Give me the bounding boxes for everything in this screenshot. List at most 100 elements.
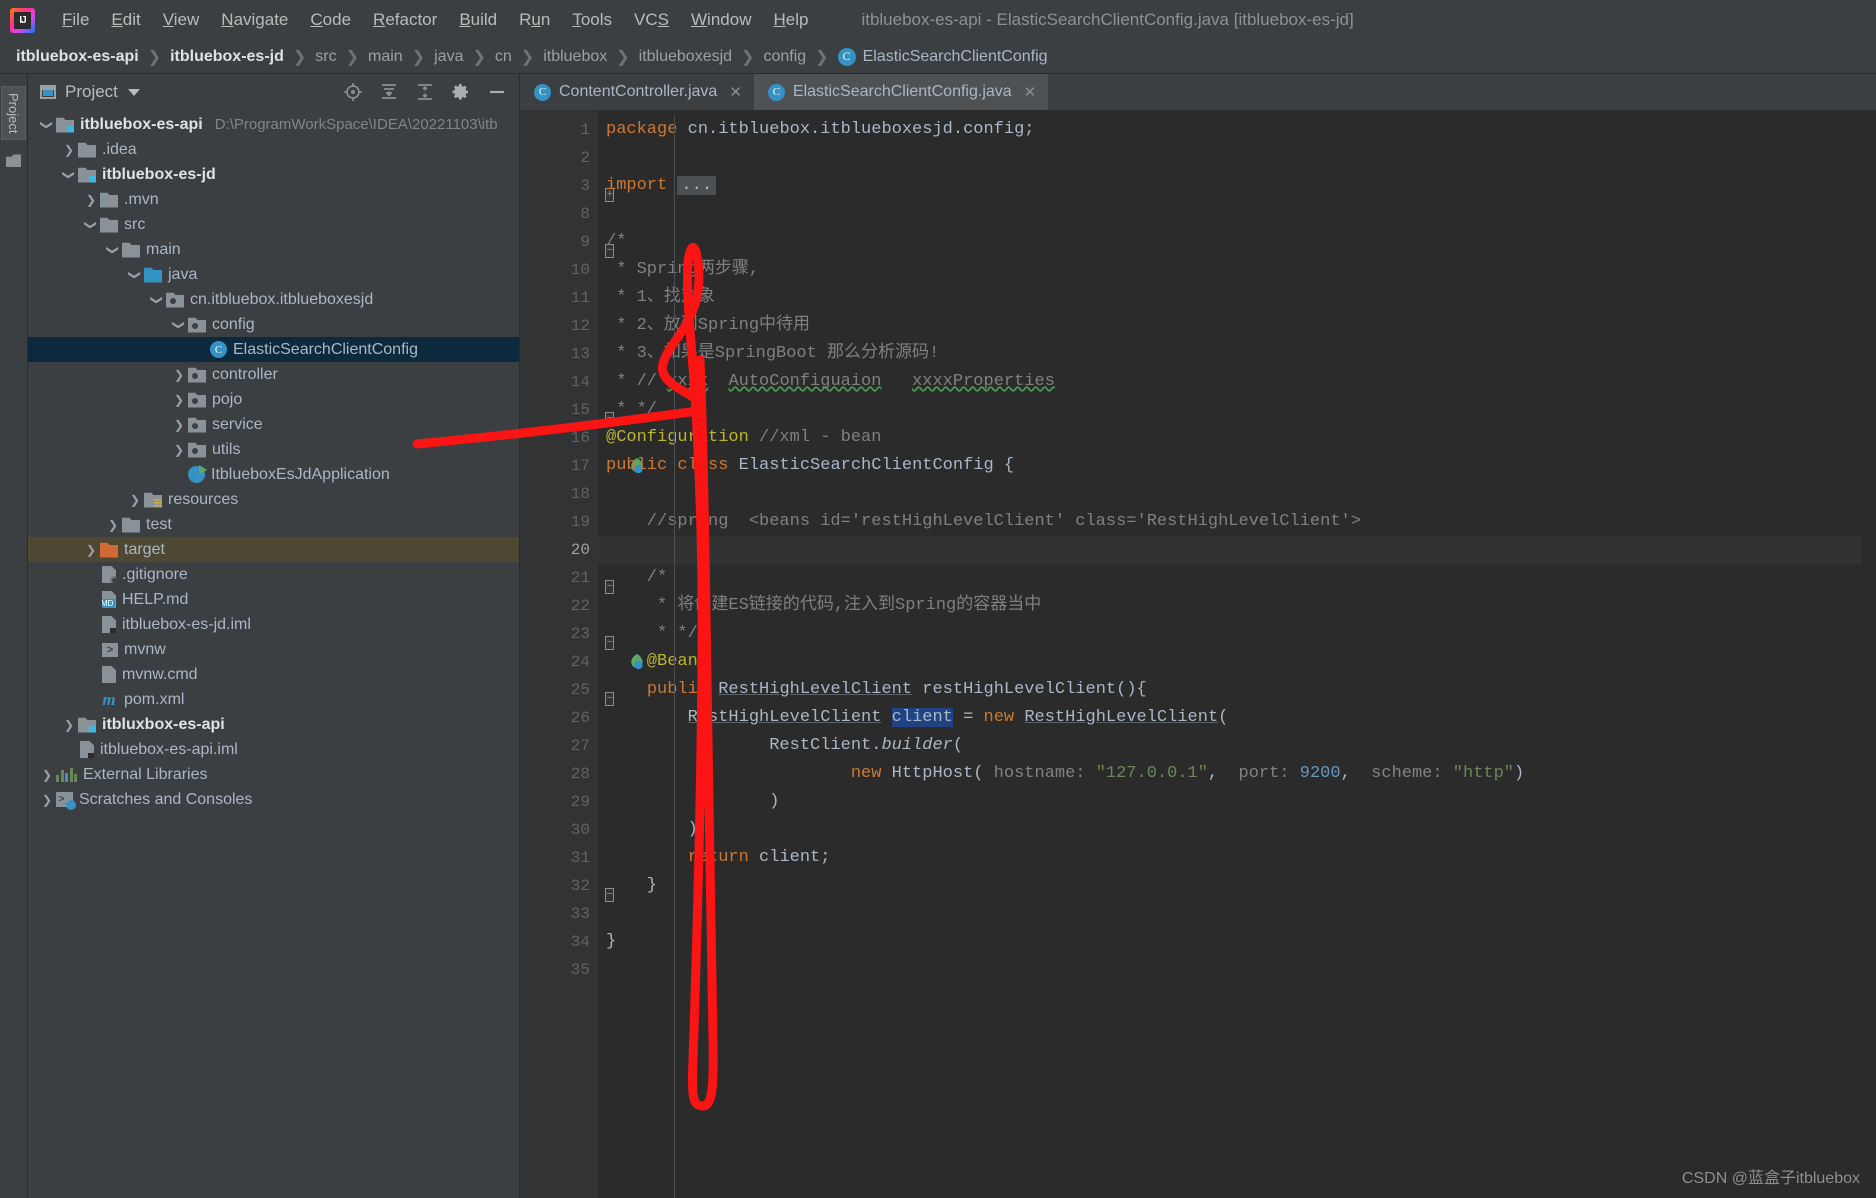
menu-item-window[interactable]: Window (680, 7, 762, 33)
tree-row-elasticsearchclientconfig[interactable]: C ElasticSearchClientConfig (28, 337, 519, 362)
tree-row-main[interactable]: main (28, 237, 519, 262)
tree-row--idea[interactable]: .idea (28, 137, 519, 162)
tree-row-java[interactable]: java (28, 262, 519, 287)
menu-item-code[interactable]: Code (299, 7, 362, 33)
chevron-right-icon[interactable] (60, 143, 78, 156)
line-number-1[interactable]: 1 (520, 116, 598, 144)
line-number-33[interactable]: 33 (520, 900, 598, 928)
structure-icon[interactable] (6, 154, 21, 168)
chevron-right-icon[interactable] (104, 518, 122, 531)
gear-icon[interactable] (451, 82, 471, 102)
line-number-12[interactable]: 12 (520, 312, 598, 340)
line-number-24[interactable]: 24 (520, 648, 643, 676)
chevron-down-icon[interactable] (38, 118, 56, 131)
tree-row-mvnw[interactable]: > mvnw (28, 637, 519, 662)
line-number-15[interactable]: 15− (520, 396, 614, 426)
tree-row-pom-xml[interactable]: m pom.xml (28, 687, 519, 712)
chevron-right-icon[interactable] (60, 718, 78, 731)
menu-item-help[interactable]: Help (762, 7, 819, 33)
line-number-20[interactable]: 20 (520, 536, 598, 564)
chevron-right-icon[interactable] (170, 368, 188, 381)
breadcrumb-item-7[interactable]: itblueboxesjd (639, 48, 732, 66)
menu-item-file[interactable]: File (51, 7, 100, 33)
menu-item-edit[interactable]: Edit (100, 7, 151, 33)
tree-row-resources[interactable]: resources (28, 487, 519, 512)
minimize-icon[interactable] (487, 82, 507, 102)
expand-all-icon[interactable] (379, 82, 399, 102)
tree-row-utils[interactable]: utils (28, 437, 519, 462)
breadcrumb[interactable]: itbluebox-es-api ❯ itbluebox-es-jd ❯ src ❯ mai… (0, 40, 1876, 74)
chevron-right-icon[interactable] (82, 543, 100, 556)
tree-row-config[interactable]: config (28, 312, 519, 337)
line-number-31[interactable]: 31 (520, 844, 598, 872)
line-number-17[interactable]: 17 (520, 452, 643, 480)
tree-row-scratches-and-consoles[interactable]: >_Scratches and Consoles (28, 787, 519, 812)
tree-row-external-libraries[interactable]: External Libraries (28, 762, 519, 787)
tree-row-pojo[interactable]: pojo (28, 387, 519, 412)
line-number-22[interactable]: 22 (520, 592, 598, 620)
line-number-gutter[interactable]: 1 2 3 +8 9−10 11 12 13 14 15−16 17 18 19 20 21−22 23−24… (520, 110, 643, 1198)
tree-row-itbluebox-es-jd-iml[interactable]: itbluebox-es-jd.iml (28, 612, 519, 637)
chevron-right-icon[interactable] (82, 193, 100, 206)
line-number-8[interactable]: 8 (520, 200, 598, 228)
line-number-10[interactable]: 10 (520, 256, 598, 284)
breadcrumb-item-6[interactable]: itbluebox (543, 48, 607, 66)
menu-item-run[interactable]: Run (508, 7, 561, 33)
menu-item-build[interactable]: Build (448, 7, 508, 33)
chevron-down-icon[interactable] (148, 293, 166, 306)
tree-row-itbluebox-es-api-iml[interactable]: itbluebox-es-api.iml (28, 737, 519, 762)
tree-row--gitignore[interactable]: .gitignore (28, 562, 519, 587)
editor-tab-1[interactable]: C ElasticSearchClientConfig.java ✕ (753, 74, 1049, 110)
collapse-all-icon[interactable] (415, 82, 435, 102)
line-number-30[interactable]: 30 (520, 816, 598, 844)
line-number-26[interactable]: 26 (520, 704, 598, 732)
code-editor[interactable]: 1 2 3 +8 9−10 11 12 13 14 15−16 17 18 19 20 21−22 23−24… (520, 110, 1876, 1198)
tree-row-itbluebox-es-jd[interactable]: itbluebox-es-jd (28, 162, 519, 187)
line-number-3[interactable]: 3 + (520, 172, 614, 202)
chevron-right-icon[interactable] (38, 793, 56, 806)
tree-row-service[interactable]: service (28, 412, 519, 437)
tree-row-itblueboxesjdapplication[interactable]: ItblueboxEsJdApplication (28, 462, 519, 487)
line-number-25[interactable]: 25− (520, 676, 614, 706)
line-number-29[interactable]: 29 (520, 788, 598, 816)
chevron-right-icon[interactable] (170, 418, 188, 431)
editor-scrollbar[interactable] (1862, 110, 1876, 1198)
tree-row-src[interactable]: src (28, 212, 519, 237)
line-number-27[interactable]: 27 (520, 732, 598, 760)
breadcrumb-current[interactable]: ElasticSearchClientConfig (863, 48, 1048, 66)
chevron-down-icon[interactable] (127, 88, 140, 96)
breadcrumb-item-0[interactable]: itbluebox-es-api (16, 48, 139, 66)
code-content[interactable]: package cn.itbluebox.itblueboxesjd.confi… (598, 110, 1876, 1198)
breadcrumb-item-2[interactable]: src (315, 48, 336, 66)
close-icon[interactable]: ✕ (1024, 83, 1037, 101)
line-number-2[interactable]: 2 (520, 144, 598, 172)
tree-row-controller[interactable]: controller (28, 362, 519, 387)
breadcrumb-item-5[interactable]: cn (495, 48, 512, 66)
tree-row-help-md[interactable]: MD HELP.md (28, 587, 519, 612)
chevron-right-icon[interactable] (126, 493, 144, 506)
chevron-down-icon[interactable] (60, 168, 78, 181)
line-number-23[interactable]: 23− (520, 620, 614, 650)
chevron-down-icon[interactable] (104, 243, 122, 256)
menu-item-view[interactable]: View (152, 7, 211, 33)
menu-item-vcs[interactable]: VCS (623, 7, 680, 33)
tree-row-itbluebox-es-api[interactable]: itbluebox-es-api D:\ProgramWorkSpace\IDEA… (28, 112, 519, 137)
chevron-right-icon[interactable] (38, 768, 56, 781)
chevron-down-icon[interactable] (82, 218, 100, 231)
line-number-34[interactable]: 34 (520, 928, 598, 956)
line-number-18[interactable]: 18 (520, 480, 598, 508)
line-number-32[interactable]: 32− (520, 872, 614, 902)
chevron-right-icon[interactable] (170, 393, 188, 406)
chevron-down-icon[interactable] (170, 318, 188, 331)
tool-window-tab-project[interactable]: Project (1, 86, 26, 141)
menu-item-navigate[interactable]: Navigate (210, 7, 299, 33)
line-number-13[interactable]: 13 (520, 340, 598, 368)
chevron-right-icon[interactable] (170, 443, 188, 456)
tree-row-test[interactable]: test (28, 512, 519, 537)
line-number-35[interactable]: 35 (520, 956, 598, 984)
line-number-28[interactable]: 28 (520, 760, 598, 788)
line-number-16[interactable]: 16 (520, 424, 598, 452)
chevron-down-icon[interactable] (126, 268, 144, 281)
tree-row--mvn[interactable]: .mvn (28, 187, 519, 212)
breadcrumb-item-1[interactable]: itbluebox-es-jd (170, 48, 284, 66)
